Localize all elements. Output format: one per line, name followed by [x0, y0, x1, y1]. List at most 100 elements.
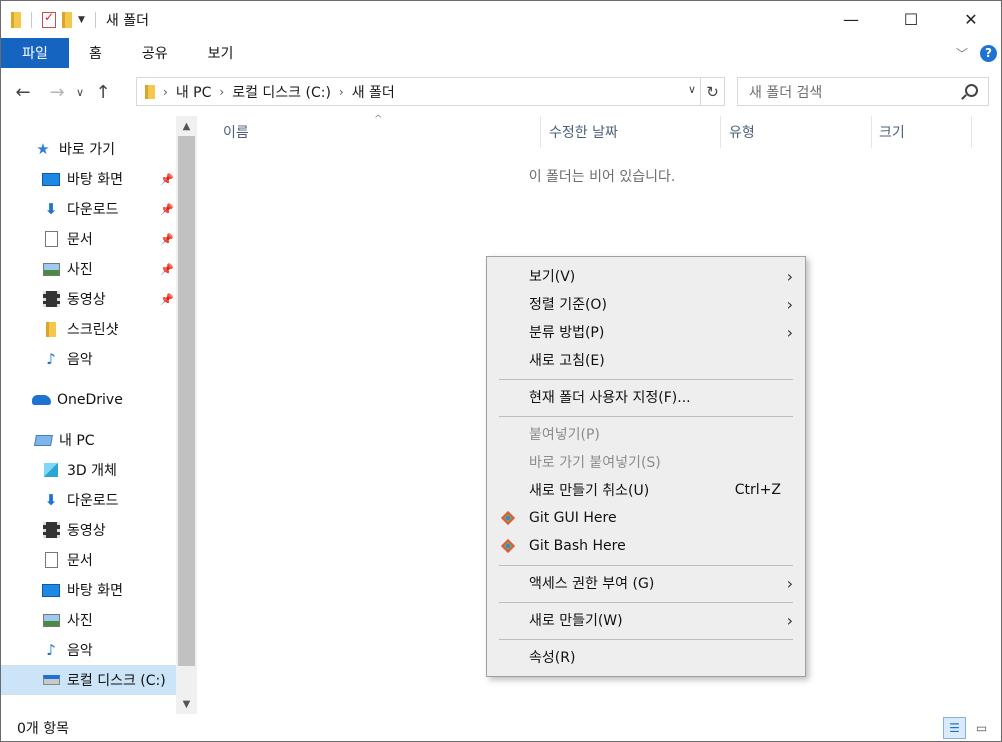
search-placeholder: 새 폴더 검색 — [749, 84, 823, 101]
document-icon — [41, 551, 61, 569]
nav-item-videos[interactable]: 동영상 📌 — [1, 284, 176, 314]
breadcrumb-local-disk[interactable]: 로컬 디스크 (C:) — [232, 82, 331, 102]
pin-icon[interactable]: 📌 — [160, 233, 174, 246]
refresh-button[interactable]: ↻ — [701, 77, 725, 106]
breadcrumb-new-folder[interactable]: 새 폴더 — [352, 82, 395, 102]
minimize-button[interactable]: — — [821, 1, 881, 38]
menu-item-git-bash[interactable]: Git Bash Here — [487, 532, 805, 560]
menu-item-git-gui[interactable]: Git GUI Here — [487, 504, 805, 532]
nav-item-desktop[interactable]: 바탕 화면 📌 — [1, 164, 176, 194]
pin-icon[interactable]: 📌 — [160, 173, 174, 186]
column-type[interactable]: 유형 — [721, 116, 871, 148]
cloud-icon — [31, 391, 51, 409]
properties-icon[interactable] — [42, 10, 56, 28]
menu-item-give-access[interactable]: 액세스 권한 부여 (G) › — [487, 569, 805, 597]
expand-ribbon-icon[interactable]: ﹀ — [956, 45, 968, 62]
large-icons-view-icon[interactable]: ▭ — [970, 717, 993, 739]
tab-view[interactable]: 보기 — [188, 38, 254, 68]
nav-scrollbar[interactable]: ▲ ▼ — [176, 116, 197, 714]
nav-item-onedrive[interactable]: OneDrive — [1, 385, 176, 415]
address-dropdown-icon[interactable]: ∨ — [688, 83, 696, 96]
scroll-up-icon[interactable]: ▲ — [176, 116, 197, 136]
menu-item-label: 보기(V) — [529, 269, 576, 285]
address-row: ← → ∨ ↑ › 내 PC › 로컬 디스크 (C:) › 새 폴더 ∨ ↻ … — [1, 68, 1001, 116]
download-icon: ⬇ — [44, 200, 58, 218]
menu-item-paste[interactable]: 붙여넣기(P) — [487, 420, 805, 448]
address-folder-icon — [145, 84, 155, 99]
menu-separator — [499, 565, 793, 566]
nav-item-screenshots[interactable]: 스크린샷 — [1, 314, 176, 344]
scroll-down-icon[interactable]: ▼ — [176, 694, 197, 714]
tab-file[interactable]: 파일 — [1, 38, 69, 68]
details-view-icon[interactable]: ☰ — [943, 717, 966, 739]
view-buttons: ☰ ▭ — [943, 717, 993, 739]
scroll-thumb[interactable] — [178, 136, 195, 666]
menu-item-properties[interactable]: 속성(R) — [487, 643, 805, 671]
nav-item-label: 다운로드 — [67, 202, 119, 218]
tab-home[interactable]: 홈 — [69, 38, 122, 68]
chevron-right-icon[interactable]: › — [219, 85, 224, 99]
chevron-right-icon[interactable]: › — [163, 85, 168, 99]
nav-item-label: 사진 — [67, 613, 93, 629]
nav-item-downloads-pc[interactable]: ⬇ 다운로드 — [1, 485, 176, 515]
nav-item-this-pc[interactable]: 내 PC — [1, 425, 176, 455]
menu-item-new[interactable]: 새로 만들기(W) › — [487, 606, 805, 634]
menu-item-label: 새로 고침(E) — [529, 353, 605, 369]
nav-item-local-disk[interactable]: 로컬 디스크 (C:) — [1, 665, 176, 695]
pin-icon[interactable]: 📌 — [160, 293, 174, 306]
back-button[interactable]: ← — [9, 82, 37, 103]
music-icon: ♪ — [46, 350, 56, 368]
new-folder-icon[interactable] — [62, 11, 72, 28]
nav-item-label: 내 PC — [59, 433, 95, 449]
menu-item-group-by[interactable]: 분류 방법(P) › — [487, 318, 805, 346]
nav-item-music[interactable]: ♪ 음악 — [1, 344, 176, 374]
nav-item-documents[interactable]: 문서 📌 — [1, 224, 176, 254]
column-divider[interactable] — [971, 116, 972, 148]
nav-item-3d-objects[interactable]: 3D 개체 — [1, 455, 176, 485]
nav-item-pictures-pc[interactable]: 사진 — [1, 605, 176, 635]
quick-access-toolbar: ▼ — [1, 1, 100, 38]
forward-button[interactable]: → — [43, 82, 71, 103]
menu-item-undo-new[interactable]: 새로 만들기 취소(U) Ctrl+Z — [487, 476, 805, 504]
menu-item-view[interactable]: 보기(V) › — [487, 262, 805, 290]
nav-item-music-pc[interactable]: ♪ 음악 — [1, 635, 176, 665]
help-icon[interactable]: ? — [980, 44, 997, 62]
nav-item-pictures[interactable]: 사진 📌 — [1, 254, 176, 284]
recent-locations-button[interactable]: ∨ — [71, 86, 89, 99]
address-bar[interactable]: › 내 PC › 로컬 디스크 (C:) › 새 폴더 ∨ — [136, 77, 701, 106]
menu-item-sort-by[interactable]: 정렬 기준(O) › — [487, 290, 805, 318]
column-date-modified[interactable]: 수정한 날짜 — [541, 116, 720, 148]
customize-qat-icon[interactable]: ▼ — [78, 15, 85, 25]
tab-share[interactable]: 공유 — [122, 38, 188, 68]
menu-item-label: 속성(R) — [529, 650, 576, 666]
nav-item-label: 동영상 — [67, 292, 106, 308]
nav-item-label: 바탕 화면 — [67, 583, 123, 599]
nav-item-videos-pc[interactable]: 동영상 — [1, 515, 176, 545]
menu-item-customize-folder[interactable]: 현재 폴더 사용자 지정(F)... — [487, 383, 805, 411]
breadcrumb-this-pc[interactable]: 내 PC — [176, 82, 212, 102]
git-icon — [500, 510, 516, 526]
close-button[interactable]: ✕ — [941, 1, 1001, 38]
menu-item-refresh[interactable]: 새로 고침(E) — [487, 346, 805, 374]
maximize-button[interactable]: ☐ — [881, 1, 941, 38]
chevron-right-icon[interactable]: › — [339, 85, 344, 99]
column-size[interactable]: 크기 — [871, 116, 971, 148]
up-button[interactable]: ↑ — [89, 82, 117, 103]
nav-item-label: 문서 — [67, 553, 93, 569]
nav-item-quick-access[interactable]: ★ 바로 가기 — [1, 134, 176, 164]
pin-icon[interactable]: 📌 — [160, 203, 174, 216]
menu-item-label: 붙여넣기(P) — [529, 427, 600, 443]
menu-item-label: 새로 만들기 취소(U) — [529, 483, 650, 499]
search-icon[interactable] — [965, 84, 978, 97]
pin-icon[interactable]: 📌 — [160, 263, 174, 276]
nav-item-desktop-pc[interactable]: 바탕 화면 — [1, 575, 176, 605]
nav-item-documents-pc[interactable]: 문서 — [1, 545, 176, 575]
search-input[interactable]: 새 폴더 검색 — [737, 77, 989, 106]
pc-icon — [33, 431, 53, 449]
drive-icon — [41, 671, 61, 689]
nav-item-downloads[interactable]: ⬇ 다운로드 📌 — [1, 194, 176, 224]
column-name[interactable]: 이름 — [215, 116, 541, 148]
explorer-window: ▼ 새 폴더 — ☐ ✕ 파일 홈 공유 보기 ﹀ ? ← → ∨ ↑ › 내 … — [0, 0, 1002, 742]
nav-item-label: 음악 — [67, 352, 93, 368]
menu-item-paste-shortcut[interactable]: 바로 가기 붙여넣기(S) — [487, 448, 805, 476]
